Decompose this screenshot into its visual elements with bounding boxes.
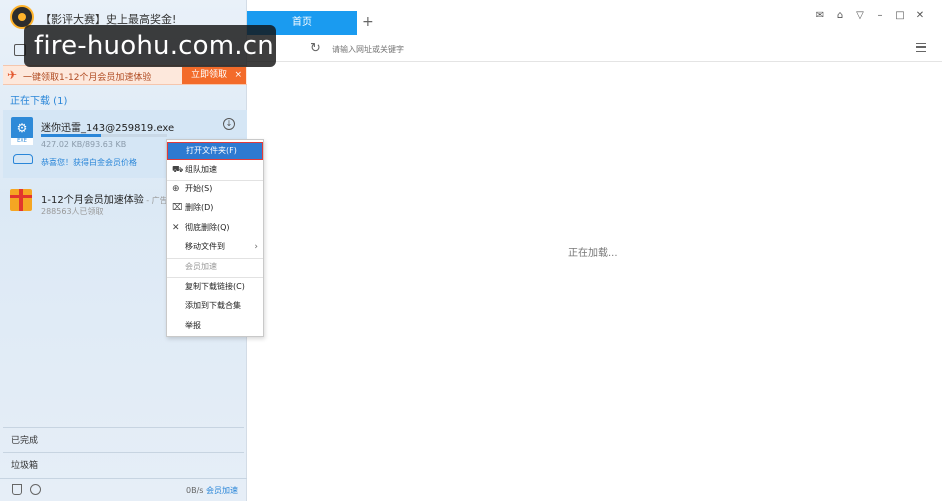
close-icon[interactable]: ×: [234, 67, 242, 84]
progress-fill: [41, 134, 102, 137]
menu-label: 举报: [185, 321, 201, 330]
claim-button-label: 立即领取: [191, 70, 228, 80]
menu-label: 添加到下载合集: [185, 301, 241, 310]
x-icon: ✕: [172, 223, 180, 233]
team-icon: ⛟: [172, 165, 184, 175]
file-type-tag: EXE: [11, 138, 33, 145]
task-size: 427.02 KB/893.63 KB: [41, 140, 127, 149]
progress-bar: [41, 134, 167, 137]
downloading-title[interactable]: 正在下载 (1): [10, 92, 67, 107]
loading-text: 正在加载...: [568, 248, 618, 259]
watermark: fire-huohu.com.cn: [24, 25, 276, 67]
status-bar: 0B/s 会员加速: [0, 478, 247, 501]
menu-delete-permanent[interactable]: ✕ 彻底删除(Q): [167, 219, 263, 237]
ad-title-text: 1-12个月会员加速体验: [41, 195, 144, 206]
menu-move-to[interactable]: 移动文件到 ›: [167, 238, 263, 256]
menu-open-folder[interactable]: 打开文件夹(F): [167, 142, 263, 160]
menu-label: 打开文件夹(F): [186, 146, 237, 155]
promo-banner: ✈ 一键领取1-12个月会员加速体验 立即领取 ×: [3, 65, 247, 85]
close-window-icon[interactable]: ✕: [914, 10, 926, 22]
menu-start[interactable]: ⊕ 开始(S): [167, 180, 263, 198]
mail-icon[interactable]: ✉: [814, 10, 826, 22]
menu-add-collection[interactable]: 添加到下载合集: [167, 297, 263, 315]
chevron-right-icon: ›: [254, 242, 258, 252]
context-menu: 打开文件夹(F) ⛟ 组队加速 ⊕ 开始(S) ⌧ 删除(D) ✕ 彻底删除(Q) 移动…: [166, 139, 264, 337]
menu-report[interactable]: 举报: [167, 317, 263, 335]
menu-label: 删除(D): [185, 203, 214, 212]
menu-label: 移动文件到: [185, 242, 225, 251]
download-icon[interactable]: ↓: [223, 118, 235, 130]
speed-text: 0B/s 会员加速: [186, 485, 238, 496]
menu-vip-speed: 会员加速: [167, 258, 263, 276]
vip-speed-link[interactable]: 会员加速: [206, 486, 238, 495]
ad-subtitle: 288563人已领取: [41, 207, 104, 216]
speed-value: 0B/s: [186, 486, 204, 495]
task-name: 迷你迅雷_143@259819.exe: [41, 123, 175, 134]
clock-icon[interactable]: [30, 484, 41, 495]
address-bar: ↻: [247, 36, 942, 62]
new-tab-button[interactable]: +: [362, 14, 374, 30]
gift-icon: [10, 189, 32, 211]
dropdown-icon[interactable]: ▽: [854, 10, 866, 22]
address-input[interactable]: [332, 41, 732, 57]
menu-team-speed[interactable]: ⛟ 组队加速: [167, 161, 263, 179]
shirt-icon[interactable]: ⌂: [834, 10, 846, 22]
play-icon: ⊕: [172, 184, 180, 194]
ad-item[interactable]: 1-12个月会员加速体验 - 广告 288563人已领取: [3, 180, 168, 220]
menu-icon[interactable]: [916, 43, 926, 52]
menu-label: 组队加速: [185, 165, 217, 174]
maximize-icon[interactable]: □: [894, 10, 906, 22]
promo-icon: ✈: [7, 68, 18, 82]
menu-delete[interactable]: ⌧ 删除(D): [167, 199, 263, 217]
trash-item[interactable]: 垃圾箱: [3, 452, 244, 473]
ad-title: 1-12个月会员加速体验 - 广告: [41, 191, 168, 206]
ad-tag: - 广告: [143, 196, 168, 205]
vip-link[interactable]: 恭喜您！获得白金会员价格: [41, 157, 137, 168]
menu-label: 会员加速: [185, 262, 217, 271]
menu-label: 开始(S): [185, 184, 213, 193]
refresh-icon[interactable]: ↻: [310, 41, 321, 56]
window-controls: ✉ ⌂ ▽ – □ ✕: [814, 10, 926, 22]
car-icon: [13, 154, 33, 164]
menu-label: 彻底删除(Q): [185, 223, 230, 232]
claim-button[interactable]: 立即领取 ×: [182, 67, 246, 84]
menu-copy-link[interactable]: 复制下载链接(C): [167, 278, 263, 296]
flask-icon[interactable]: [12, 484, 22, 495]
minimize-icon[interactable]: –: [874, 10, 886, 22]
menu-label: 复制下载链接(C): [185, 282, 245, 291]
trash-icon: ⌧: [172, 203, 183, 213]
exe-file-icon: ⚙ EXE: [11, 117, 33, 145]
banner-text[interactable]: 一键领取1-12个月会员加速体验: [23, 70, 151, 83]
completed-item[interactable]: 已完成: [3, 427, 244, 448]
